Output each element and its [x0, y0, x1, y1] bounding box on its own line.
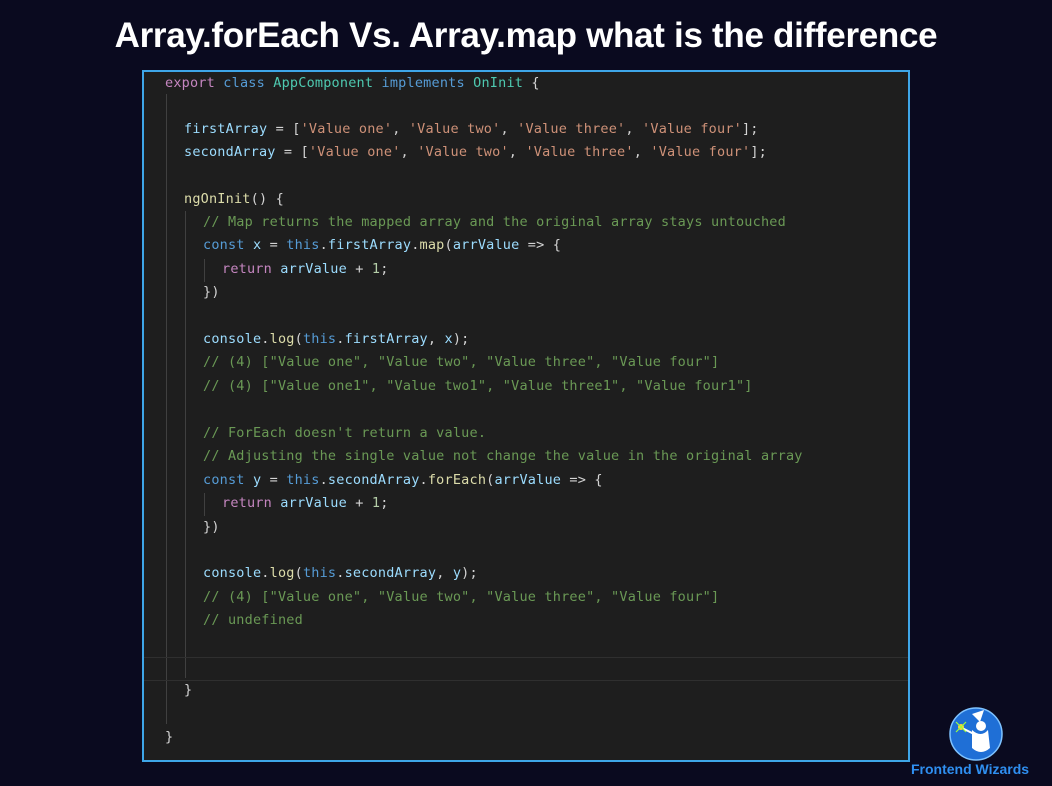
code-line: }): [203, 284, 220, 300]
code-line: ngOnInit() {: [184, 191, 284, 207]
current-line-highlight: [144, 657, 908, 681]
code-comment: // Map returns the mapped array and the …: [203, 214, 786, 230]
code-line: const y = this.secondArray.forEach(arrVa…: [203, 472, 603, 488]
code-comment: // (4) ["Value one", "Value two", "Value…: [203, 354, 720, 370]
code-editor[interactable]: export class AppComponent implements OnI…: [142, 70, 910, 762]
code-line: console.log(this.secondArray, y);: [203, 565, 478, 581]
code-line: }: [165, 729, 174, 745]
indent-guide: [204, 493, 205, 516]
code-comment: // Adjusting the single value not change…: [203, 448, 803, 464]
code-line: secondArray = ['Value one', 'Value two',…: [184, 144, 767, 160]
code-comment: // (4) ["Value one", "Value two", "Value…: [203, 589, 720, 605]
code-line: }: [184, 682, 193, 698]
code-line: export class AppComponent implements OnI…: [165, 75, 540, 91]
code-line: }): [203, 519, 220, 535]
code-line: return arrValue + 1;: [222, 495, 389, 511]
indent-guide: [166, 94, 167, 724]
code-comment: // (4) ["Value one1", "Value two1", "Val…: [203, 378, 753, 394]
code-line: return arrValue + 1;: [222, 261, 389, 277]
indent-guide: [204, 259, 205, 282]
code-line: console.log(this.firstArray, x);: [203, 331, 470, 347]
code-comment: // undefined: [203, 612, 303, 628]
code-comment: // ForEach doesn't return a value.: [203, 425, 487, 441]
page-title: Array.forEach Vs. Array.map what is the …: [114, 16, 938, 55]
code-line: firstArray = ['Value one', 'Value two', …: [184, 121, 759, 137]
brand-name: Frontend Wizards: [911, 761, 1030, 777]
code-line: const x = this.firstArray.map(arrValue =…: [203, 237, 562, 253]
wizard-icon: [949, 707, 1003, 761]
indent-guide: [185, 211, 186, 678]
